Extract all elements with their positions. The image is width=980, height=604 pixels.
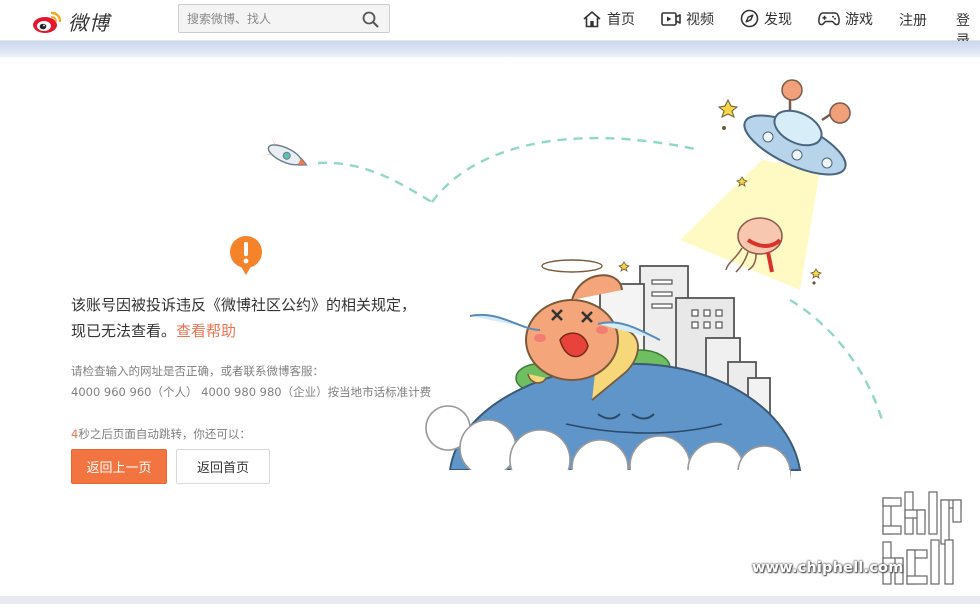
error-message: 该账号因被投诉违反《微博社区公约》的相关规定，现已无法查看。查看帮助 — [71, 292, 421, 344]
main-nav: 首页 视频 发现 游戏 — [582, 0, 899, 37]
rocket-icon — [261, 136, 308, 166]
help-link[interactable]: 查看帮助 — [176, 322, 236, 340]
hint-line-2: 4000 960 960（个人） 4000 980 980（企业）按当地市话标准… — [71, 385, 432, 399]
warning-icon — [230, 236, 262, 275]
nav-discover-label: 发现 — [764, 11, 792, 28]
search-icon[interactable] — [362, 11, 379, 28]
home-icon — [583, 10, 601, 27]
gamepad-icon — [818, 12, 840, 26]
countdown-text: 4秒之后页面自动跳转，你还可以： — [71, 426, 251, 442]
nav-games-label: 游戏 — [845, 11, 873, 28]
nav-video-label: 视频 — [686, 11, 714, 28]
search-box — [178, 4, 390, 33]
nav-video[interactable]: 视频 — [661, 9, 714, 29]
compass-icon — [740, 9, 759, 28]
video-icon — [661, 11, 681, 26]
hint-text: 请检查输入的网址是否正确，或者联系微博客服： 4000 960 960（个人） … — [71, 361, 431, 403]
back-button[interactable]: 返回上一页 — [71, 449, 167, 484]
register-link[interactable]: 注册 — [899, 10, 927, 30]
error-message-text: 该账号因被投诉违反《微博社区公约》的相关规定，现已无法查看。 — [71, 296, 417, 340]
nav-discover[interactable]: 发现 — [740, 9, 792, 29]
logo-text: 微博 — [68, 11, 110, 35]
error-page-card: 该账号因被投诉违反《微博社区公约》的相关规定，现已无法查看。查看帮助 请检查输入… — [0, 57, 980, 596]
nav-games[interactable]: 游戏 — [818, 9, 873, 29]
nav-home-label: 首页 — [607, 11, 635, 28]
header-shadow-strip — [0, 41, 980, 57]
countdown-label: 秒之后页面自动跳转，你还可以： — [78, 427, 251, 441]
hint-line-1: 请检查输入的网址是否正确，或者联系微博客服： — [71, 364, 324, 378]
nav-home[interactable]: 首页 — [582, 9, 635, 29]
watermark-url: www.chiphell.com — [752, 560, 904, 576]
home-button[interactable]: 返回首页 — [176, 449, 270, 484]
search-input[interactable] — [179, 5, 354, 32]
top-navigation-bar: 微博 首页 视频 — [0, 0, 980, 49]
weibo-logo[interactable]: 微博 — [32, 7, 110, 36]
weibo-eye-icon — [33, 11, 62, 33]
